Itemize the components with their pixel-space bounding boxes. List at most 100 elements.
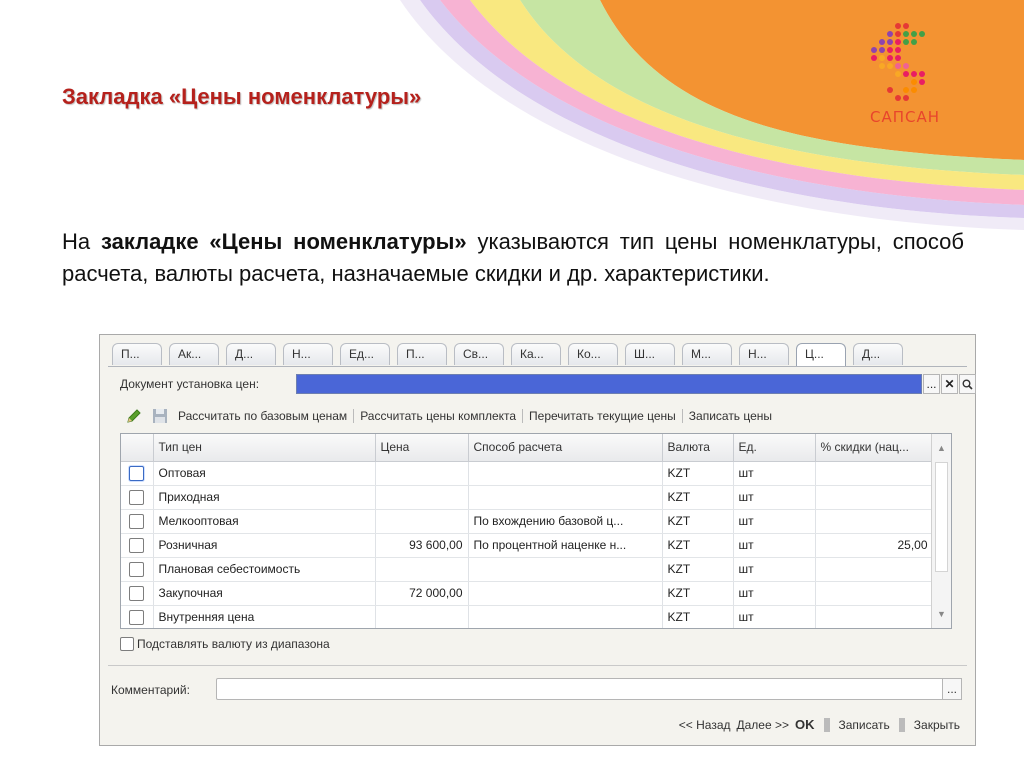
cell-discount[interactable] [815,605,934,628]
cell-discount[interactable] [815,485,934,510]
calc-base-prices-button[interactable]: Рассчитать по базовым ценам [178,409,347,423]
row-checkbox[interactable] [129,465,145,481]
table-row[interactable]: Закупочная 72 000,00 KZT шт [121,581,934,606]
reread-prices-button[interactable]: Перечитать текущие цены [529,409,676,423]
scroll-down-icon[interactable]: ▼ [932,604,951,624]
tab-ka[interactable]: Ка... [511,343,561,365]
tab-sv[interactable]: Св... [454,343,504,365]
row-checkbox-cell[interactable] [121,605,154,628]
cell-price[interactable]: 72 000,00 [375,581,469,606]
tab-ed[interactable]: Ед... [340,343,390,365]
comment-input[interactable] [216,678,944,700]
header-method[interactable]: Способ расчета [468,434,663,462]
cell-price[interactable] [375,509,469,534]
cell-discount[interactable] [815,461,934,486]
cell-method[interactable]: По вхождению базовой ц... [468,509,663,534]
row-checkbox-cell[interactable] [121,557,154,582]
row-checkbox[interactable] [129,489,145,505]
currency-range-checkbox[interactable] [120,637,134,651]
tab-p[interactable]: П... [112,343,162,365]
header-currency[interactable]: Валюта [662,434,734,462]
header-discount[interactable]: % скидки (нац... [815,434,934,462]
cell-price-type[interactable]: Мелкооптовая [153,509,376,534]
cell-price[interactable]: 93 600,00 [375,533,469,558]
cell-discount[interactable] [815,557,934,582]
cell-discount[interactable] [815,581,934,606]
row-checkbox[interactable] [129,585,145,601]
doc-input[interactable] [296,374,922,394]
row-checkbox[interactable] [129,513,145,529]
doc-open-button[interactable] [959,374,976,394]
table-row[interactable]: Внутренняя цена KZT шт [121,605,934,628]
row-checkbox[interactable] [129,609,145,625]
cell-unit[interactable]: шт [733,485,816,510]
cell-price-type[interactable]: Закупочная [153,581,376,606]
doc-clear-button[interactable]: ✕ [941,374,958,394]
row-checkbox-cell[interactable] [121,509,154,534]
row-checkbox[interactable] [129,537,145,553]
cell-discount[interactable] [815,509,934,534]
cell-price[interactable] [375,557,469,582]
calc-kit-prices-button[interactable]: Рассчитать цены комплекта [360,409,516,423]
cell-unit[interactable]: шт [733,509,816,534]
header-price-type[interactable]: Тип цен [153,434,376,462]
cell-method[interactable] [468,485,663,510]
tab-n[interactable]: Н... [283,343,333,365]
save-button[interactable]: Записать [836,718,893,732]
row-checkbox-cell[interactable] [121,461,154,486]
row-checkbox-cell[interactable] [121,533,154,558]
cell-unit[interactable]: шт [733,533,816,558]
cell-price[interactable] [375,605,469,628]
cell-price-type[interactable]: Внутренняя цена [153,605,376,628]
cell-unit[interactable]: шт [733,461,816,486]
save-disk-icon[interactable] [152,408,168,424]
cell-method[interactable] [468,461,663,486]
cell-currency[interactable]: KZT [662,581,734,606]
save-prices-button[interactable]: Записать цены [689,409,772,423]
currency-range-option[interactable]: Подставлять валюту из диапазона [120,637,330,651]
tab-d[interactable]: Д... [226,343,276,365]
table-row[interactable]: Розничная 93 600,00 По процентной наценк… [121,533,934,558]
tab-d2[interactable]: Д... [853,343,903,365]
cell-price-type[interactable]: Оптовая [153,461,376,486]
tab-m[interactable]: М... [682,343,732,365]
close-button[interactable]: Закрыть [911,718,963,732]
cell-currency[interactable]: KZT [662,485,734,510]
tab-ko[interactable]: Ко... [568,343,618,365]
next-button[interactable]: Далее >> [734,718,793,732]
cell-currency[interactable]: KZT [662,557,734,582]
cell-price[interactable] [375,461,469,486]
cell-currency[interactable]: KZT [662,605,734,628]
scroll-thumb[interactable] [935,462,948,572]
cell-price-type[interactable]: Плановая себестоимость [153,557,376,582]
cell-unit[interactable]: шт [733,581,816,606]
cell-method[interactable]: По процентной наценке н... [468,533,663,558]
cell-method[interactable] [468,605,663,628]
header-unit[interactable]: Ед. [733,434,816,462]
table-row[interactable]: Мелкооптовая По вхождению базовой ц... K… [121,509,934,534]
cell-method[interactable] [468,581,663,606]
table-row[interactable]: Плановая себестоимость KZT шт [121,557,934,582]
comment-select-button[interactable]: ... [942,678,962,700]
cell-unit[interactable]: шт [733,557,816,582]
tab-ak[interactable]: Ак... [169,343,219,365]
header-price[interactable]: Цена [375,434,469,462]
back-button[interactable]: << Назад [676,718,734,732]
cell-price[interactable] [375,485,469,510]
tab-prices[interactable]: Ц... [796,343,846,367]
tab-n2[interactable]: Н... [739,343,789,365]
cell-unit[interactable]: шт [733,605,816,628]
cell-method[interactable] [468,557,663,582]
row-checkbox[interactable] [129,561,145,577]
cell-price-type[interactable]: Розничная [153,533,376,558]
tab-p2[interactable]: П... [397,343,447,365]
cell-currency[interactable]: KZT [662,461,734,486]
tab-sh[interactable]: Ш... [625,343,675,365]
cell-price-type[interactable]: Приходная [153,485,376,510]
table-row[interactable]: Оптовая KZT шт [121,461,934,486]
cell-discount[interactable]: 25,00 [815,533,934,558]
edit-pencil-icon[interactable] [126,408,142,424]
cell-currency[interactable]: KZT [662,533,734,558]
ok-button[interactable]: OK [792,717,818,732]
scroll-up-icon[interactable]: ▲ [932,438,951,458]
